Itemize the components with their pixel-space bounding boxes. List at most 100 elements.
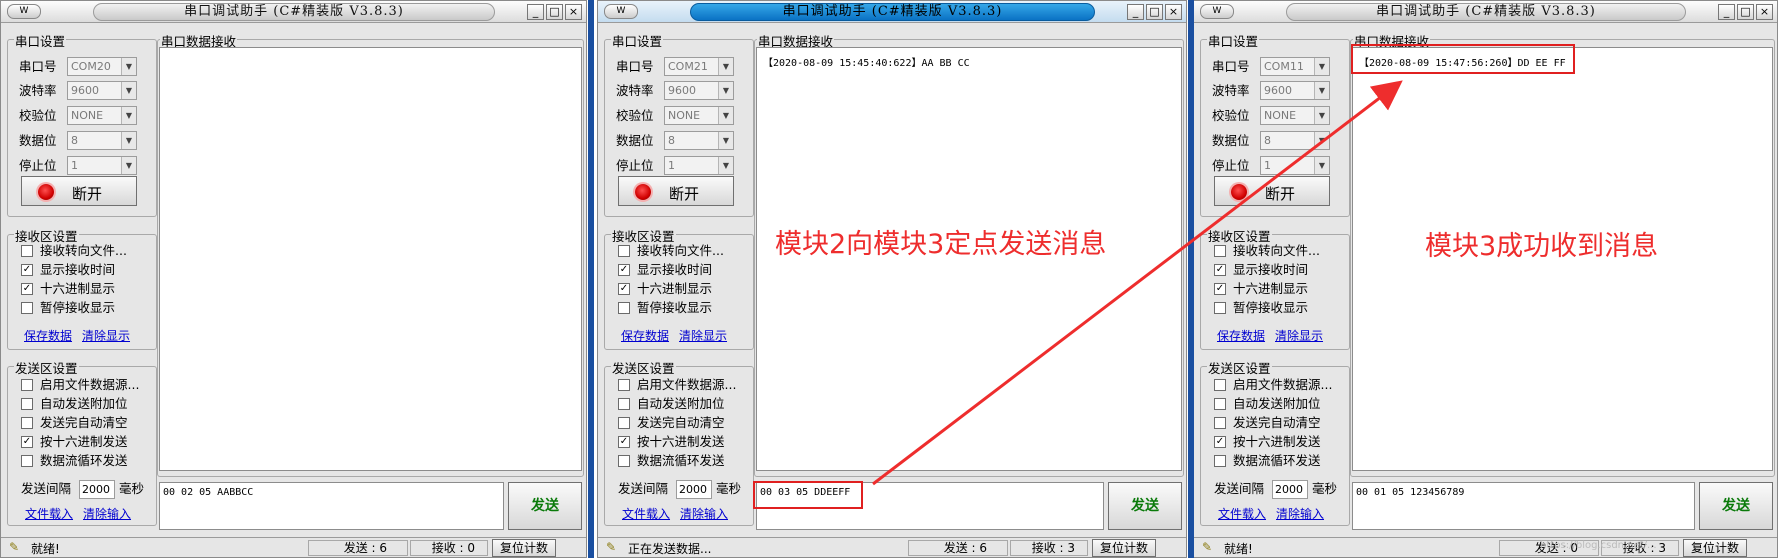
system-menu-icon[interactable]: W — [7, 4, 41, 19]
checkbox[interactable] — [21, 245, 33, 257]
close-button[interactable]: × — [565, 4, 582, 20]
checkbox[interactable] — [618, 417, 630, 429]
tx-option[interactable]: ✓ 按十六进制发送 — [1214, 433, 1321, 450]
tx-option[interactable]: 启用文件数据源... — [618, 376, 736, 393]
chevron-down-icon[interactable]: ▼ — [718, 58, 733, 75]
send-button[interactable]: 发送 — [1699, 482, 1773, 530]
clear-input-link[interactable]: 清除输入 — [1276, 505, 1324, 522]
title-bar[interactable]: W 串口调试助手 (C#精装版 V3.8.3) _ □ × — [1194, 1, 1777, 23]
chevron-down-icon[interactable]: ▼ — [1314, 132, 1329, 149]
checkbox[interactable]: ✓ — [618, 436, 630, 448]
system-menu-icon[interactable]: W — [604, 4, 638, 19]
rx-option[interactable]: ✓ 显示接收时间 — [1214, 261, 1308, 278]
checkbox[interactable] — [618, 245, 630, 257]
chevron-down-icon[interactable]: ▼ — [121, 82, 136, 99]
rx-option[interactable]: ✓ 显示接收时间 — [618, 261, 712, 278]
checkbox[interactable] — [21, 417, 33, 429]
minimize-button[interactable]: _ — [527, 4, 544, 20]
send-input[interactable]: 00 01 05 123456789 — [1352, 482, 1695, 530]
chevron-down-icon[interactable]: ▼ — [1314, 82, 1329, 99]
send-button[interactable]: 发送 — [508, 482, 582, 530]
chevron-down-icon[interactable]: ▼ — [1314, 107, 1329, 124]
send-input[interactable]: 00 02 05 AABBCC — [159, 482, 504, 530]
clear-display-link[interactable]: 清除显示 — [679, 327, 727, 344]
checkbox[interactable]: ✓ — [1214, 436, 1226, 448]
checkbox[interactable] — [1214, 379, 1226, 391]
checkbox[interactable]: ✓ — [21, 436, 33, 448]
databits-select[interactable]: 8 ▼ — [67, 131, 137, 150]
system-menu-icon[interactable]: W — [1200, 4, 1234, 19]
clear-input-link[interactable]: 清除输入 — [83, 505, 131, 522]
rx-option[interactable]: ✓ 十六进制显示 — [1214, 280, 1308, 297]
chevron-down-icon[interactable]: ▼ — [1314, 58, 1329, 75]
checkbox[interactable] — [618, 398, 630, 410]
rx-option[interactable]: 接收转向文件... — [618, 242, 724, 259]
interval-input[interactable]: 2000 — [676, 480, 712, 499]
checkbox[interactable]: ✓ — [1214, 283, 1226, 295]
parity-select[interactable]: NONE ▼ — [67, 106, 137, 125]
minimize-button[interactable]: _ — [1718, 4, 1735, 20]
rx-option[interactable]: ✓ 十六进制显示 — [618, 280, 712, 297]
title-bar[interactable]: W 串口调试助手 (C#精装版 V3.8.3) _ □ × — [1, 1, 586, 23]
clear-display-link[interactable]: 清除显示 — [1275, 327, 1323, 344]
checkbox[interactable] — [1214, 417, 1226, 429]
interval-input[interactable]: 2000 — [79, 480, 115, 499]
chevron-down-icon[interactable]: ▼ — [718, 107, 733, 124]
port-select[interactable]: COM20 ▼ — [67, 57, 137, 76]
disconnect-button[interactable]: 断开 — [21, 176, 137, 206]
baud-select[interactable]: 9600 ▼ — [664, 81, 734, 100]
tx-option[interactable]: 自动发送附加位 — [21, 395, 128, 412]
title-bar[interactable]: W 串口调试助手 (C#精装版 V3.8.3) _ □ × — [598, 1, 1186, 23]
checkbox[interactable] — [21, 398, 33, 410]
checkbox[interactable]: ✓ — [21, 264, 33, 276]
clear-display-link[interactable]: 清除显示 — [82, 327, 130, 344]
tx-option[interactable]: ✓ 按十六进制发送 — [618, 433, 725, 450]
parity-select[interactable]: NONE ▼ — [1260, 106, 1330, 125]
reset-count-button[interactable]: 复位计数 — [1092, 539, 1156, 557]
chevron-down-icon[interactable]: ▼ — [121, 58, 136, 75]
tx-option[interactable]: 发送完自动清空 — [1214, 414, 1321, 431]
rx-option[interactable]: 暂停接收显示 — [21, 299, 115, 316]
rx-option[interactable]: 暂停接收显示 — [618, 299, 712, 316]
rx-option[interactable]: 暂停接收显示 — [1214, 299, 1308, 316]
close-button[interactable]: × — [1165, 4, 1182, 20]
checkbox[interactable] — [618, 379, 630, 391]
chevron-down-icon[interactable]: ▼ — [1314, 157, 1329, 174]
tx-option[interactable]: 发送完自动清空 — [21, 414, 128, 431]
port-select[interactable]: COM21 ▼ — [664, 57, 734, 76]
interval-input[interactable]: 2000 — [1272, 480, 1308, 499]
tx-option[interactable]: 数据流循环发送 — [1214, 452, 1321, 469]
close-button[interactable]: × — [1756, 4, 1773, 20]
maximize-button[interactable]: □ — [1737, 4, 1754, 20]
chevron-down-icon[interactable]: ▼ — [121, 157, 136, 174]
save-data-link[interactable]: 保存数据 — [24, 327, 72, 344]
reset-count-button[interactable]: 复位计数 — [492, 539, 556, 557]
rx-display[interactable] — [159, 47, 582, 471]
checkbox[interactable]: ✓ — [1214, 264, 1226, 276]
disconnect-button[interactable]: 断开 — [1214, 176, 1330, 206]
checkbox[interactable] — [1214, 398, 1226, 410]
databits-select[interactable]: 8 ▼ — [664, 131, 734, 150]
checkbox[interactable] — [1214, 245, 1226, 257]
baud-select[interactable]: 9600 ▼ — [1260, 81, 1330, 100]
tx-option[interactable]: 发送完自动清空 — [618, 414, 725, 431]
reset-count-button[interactable]: 复位计数 — [1683, 539, 1747, 557]
baud-select[interactable]: 9600 ▼ — [67, 81, 137, 100]
tx-option[interactable]: ✓ 按十六进制发送 — [21, 433, 128, 450]
stopbits-select[interactable]: 1 ▼ — [67, 156, 137, 175]
checkbox[interactable]: ✓ — [618, 264, 630, 276]
file-load-link[interactable]: 文件载入 — [622, 505, 670, 522]
stopbits-select[interactable]: 1 ▼ — [1260, 156, 1330, 175]
chevron-down-icon[interactable]: ▼ — [121, 107, 136, 124]
rx-option[interactable]: 接收转向文件... — [21, 242, 127, 259]
tx-option[interactable]: 数据流循环发送 — [21, 452, 128, 469]
chevron-down-icon[interactable]: ▼ — [121, 132, 136, 149]
maximize-button[interactable]: □ — [1146, 4, 1163, 20]
chevron-down-icon[interactable]: ▼ — [718, 82, 733, 99]
rx-option[interactable]: ✓ 显示接收时间 — [21, 261, 115, 278]
chevron-down-icon[interactable]: ▼ — [718, 157, 733, 174]
checkbox[interactable] — [21, 455, 33, 467]
file-load-link[interactable]: 文件载入 — [1218, 505, 1266, 522]
checkbox[interactable] — [1214, 302, 1226, 314]
send-button[interactable]: 发送 — [1108, 482, 1182, 530]
